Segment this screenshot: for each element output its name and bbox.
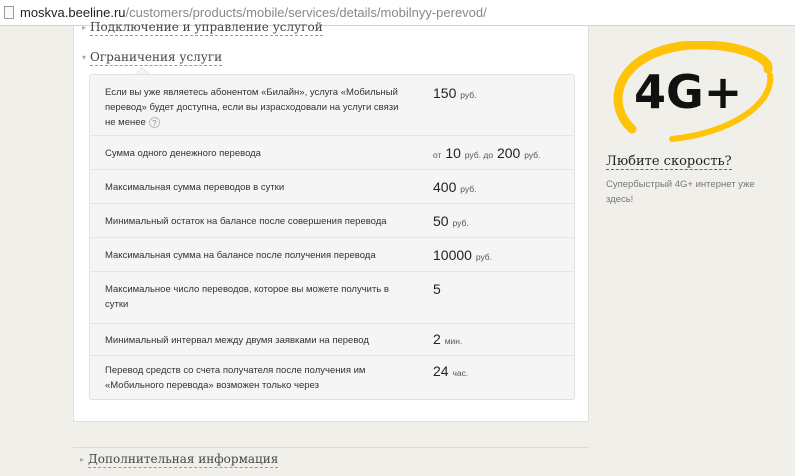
row-label: Если вы уже являетесь абонентом «Билайн»… <box>105 87 399 128</box>
row-value: 150 руб. <box>433 85 477 101</box>
row-label: Перевод средств со счета получателя посл… <box>105 365 366 391</box>
row-label: Максимальная сумма на балансе после полу… <box>105 250 376 261</box>
row-value: 400 руб. <box>433 179 477 195</box>
url-host: moskva.beeline.ru <box>20 5 126 20</box>
expand-arrow-icon: ▸ <box>80 455 85 464</box>
section-connect-header[interactable]: ▸ Подключение и управление услугой <box>82 20 323 36</box>
row-value: 2 мин. <box>433 331 463 347</box>
table-row: Сумма одного денежного перевода от 10 ру… <box>90 135 574 169</box>
section-more-title: Дополнительная информация <box>88 452 279 468</box>
promo-text: Супербыстрый 4G+ интернет уже здесь! <box>606 179 755 205</box>
table-row: Если вы уже являетесь абонентом «Билайн»… <box>90 75 574 135</box>
row-value: 10000 руб. <box>433 247 493 263</box>
table-row: Максимальная сумма переводов в сутки 400… <box>90 169 574 203</box>
row-label: Максимальное число переводов, которое вы… <box>105 284 389 310</box>
limits-table: Если вы уже являетесь абонентом «Билайн»… <box>89 74 575 400</box>
url-path: /customers/products/mobile/services/deta… <box>125 5 487 20</box>
help-icon[interactable]: ? <box>148 116 160 128</box>
row-label: Минимальный остаток на балансе после сов… <box>105 216 387 227</box>
collapse-arrow-icon: ▾ <box>82 53 87 62</box>
table-row: Минимальный интервал между двумя заявкам… <box>90 323 574 355</box>
row-value: 24 час. <box>433 363 469 379</box>
section-connect-title: Подключение и управление услугой <box>90 20 323 36</box>
row-label: Максимальная сумма переводов в сутки <box>105 182 285 193</box>
row-value: от 10 руб. до 200 руб. <box>433 145 541 161</box>
promo-link[interactable]: Любите скорость? <box>606 154 732 170</box>
table-row: Максимальное число переводов, которое вы… <box>90 271 574 323</box>
row-label: Минимальный интервал между двумя заявкам… <box>105 335 369 346</box>
url-text[interactable]: moskva.beeline.ru/customers/products/mob… <box>20 5 487 21</box>
table-row: Перевод средств со счета получателя посл… <box>90 355 574 399</box>
expand-arrow-icon: ▸ <box>82 23 87 32</box>
dropdown-caret <box>135 67 149 74</box>
service-details-panel: ▸ Подключение и управление услугой ▾ Огран… <box>73 20 589 422</box>
section-more-header[interactable]: ▸ Дополнительная информация <box>80 452 279 468</box>
logo-text: 4G+ <box>634 65 742 119</box>
page-icon <box>4 6 14 19</box>
table-row: Минимальный остаток на балансе после сов… <box>90 203 574 237</box>
section-limits-title: Ограничения услуги <box>90 50 223 66</box>
row-value: 5 <box>433 281 441 297</box>
4g-plus-logo[interactable]: 4G+ <box>602 41 777 151</box>
section-limits-header[interactable]: ▾ Ограничения услуги <box>82 50 223 66</box>
table-row: Максимальная сумма на балансе после полу… <box>90 237 574 271</box>
section-divider <box>73 447 589 448</box>
row-value: 50 руб. <box>433 213 469 229</box>
row-label: Сумма одного денежного перевода <box>105 148 261 159</box>
